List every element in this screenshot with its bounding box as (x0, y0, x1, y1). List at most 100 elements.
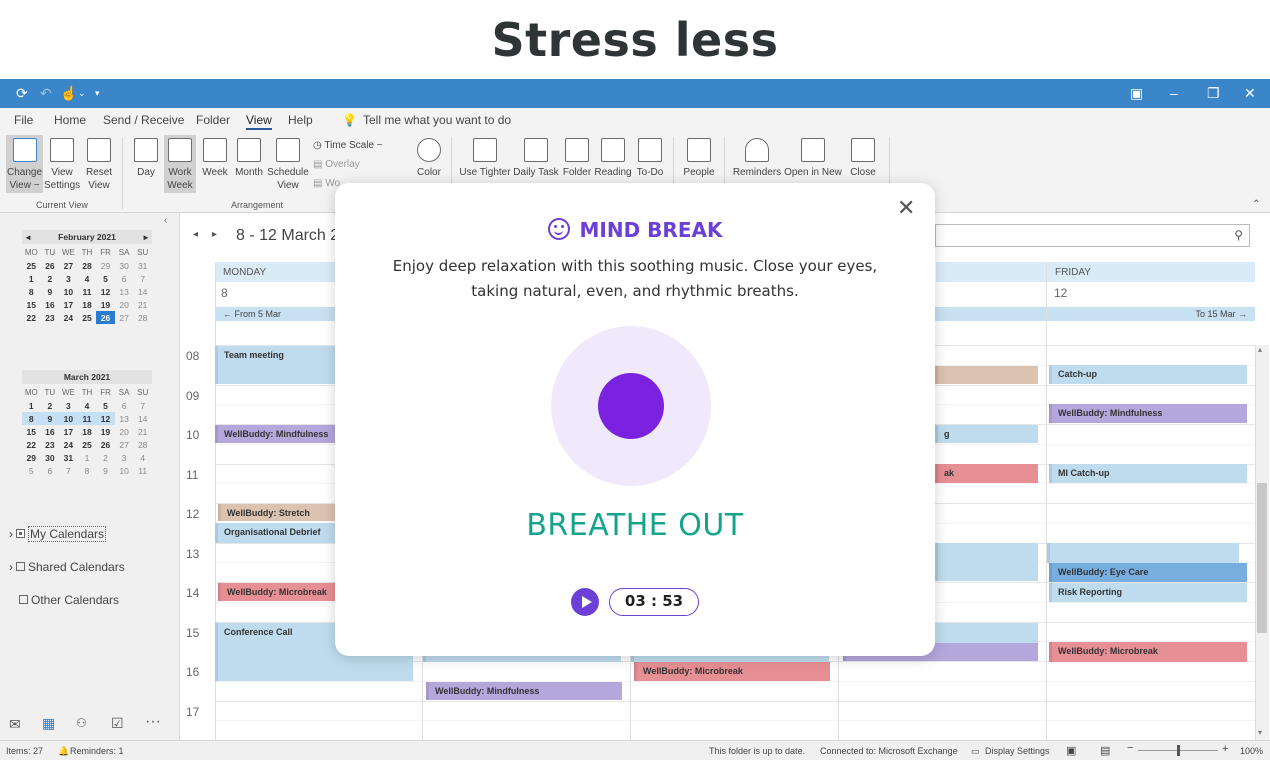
mini-calendar-day[interactable]: 16 (41, 425, 60, 438)
mini-calendar-day[interactable]: 7 (133, 272, 152, 285)
mini-calendar-day[interactable]: 28 (78, 259, 97, 272)
calendar-event[interactable]: WellBuddy: Mindfulness (215, 425, 335, 443)
mini-calendar-day[interactable]: 20 (115, 298, 134, 311)
calendar-event[interactable]: Organisational Debrief (215, 523, 335, 543)
scroll-down-icon[interactable]: ▾ (1258, 728, 1262, 737)
mini-calendar-day[interactable]: 9 (96, 464, 115, 477)
mini-calendar-day[interactable]: 16 (41, 298, 60, 311)
overlay-button[interactable]: ▤ Overlay (313, 159, 360, 170)
mini-calendar-day[interactable]: 9 (40, 412, 60, 425)
reset-view-button[interactable]: Reset View (82, 138, 116, 192)
open-new-window-button[interactable]: Open in New (783, 138, 843, 179)
vertical-scrollbar[interactable]: ▴ ▾ (1255, 345, 1269, 740)
mini-calendar-day[interactable]: 17 (59, 298, 78, 311)
mini-calendar-day[interactable]: 2 (41, 399, 60, 412)
mini-calendar-day[interactable]: 22 (22, 438, 41, 451)
mini-calendar-day[interactable]: 24 (59, 311, 78, 324)
mini-calendar-day[interactable]: 28 (133, 311, 152, 324)
mini-calendar-day[interactable]: 10 (59, 412, 78, 425)
collapse-ribbon-icon[interactable]: ⌃ (1252, 199, 1260, 210)
mini-calendar-day[interactable]: 5 (22, 464, 41, 477)
checkbox-icon[interactable] (16, 562, 25, 571)
todo-bar-button[interactable]: To-Do (633, 138, 667, 179)
mini-calendar-day[interactable]: 3 (59, 272, 78, 285)
mini-calendar-day[interactable]: 18 (78, 425, 97, 438)
calendar-event[interactable]: Catch-up (1049, 365, 1247, 384)
mini-calendar-day[interactable]: 5 (96, 399, 115, 412)
my-calendars-group[interactable]: › My Calendars (9, 526, 107, 542)
next-month-icon[interactable]: ▸ (144, 230, 148, 244)
mini-calendar-day[interactable]: 8 (22, 412, 41, 425)
mini-calendar-day[interactable]: 4 (133, 451, 152, 464)
close-icon[interactable]: ✕ (897, 197, 915, 219)
checkbox-icon[interactable] (19, 595, 28, 604)
mini-calendar-day[interactable]: 5 (96, 272, 115, 285)
scroll-up-icon[interactable]: ▴ (1258, 345, 1262, 354)
mini-calendar-day[interactable]: 29 (96, 259, 115, 272)
mini-calendar-day[interactable]: 31 (133, 259, 152, 272)
mini-calendar-day[interactable]: 28 (133, 438, 152, 451)
mini-calendar-day[interactable]: 15 (22, 298, 41, 311)
tab-help[interactable]: Help (288, 113, 313, 127)
calendar-event[interactable]: Risk Reporting (1049, 583, 1247, 602)
mini-calendar-day[interactable]: 24 (59, 438, 78, 451)
mini-calendar-day[interactable]: 4 (78, 399, 97, 412)
mini-calendar-day[interactable]: 30 (115, 259, 134, 272)
week-view-button[interactable]: Week (200, 138, 230, 179)
from-previous-link[interactable]: ← From 5 Mar (215, 307, 335, 321)
mini-calendar-day[interactable]: 1 (78, 451, 97, 464)
mini-calendar-day[interactable]: 11 (77, 412, 97, 425)
mini-calendar-day[interactable]: 14 (133, 412, 152, 425)
mini-calendar-day[interactable]: 21 (133, 425, 152, 438)
tighter-spacing-button[interactable]: Use Tighter (459, 138, 511, 179)
work-week-view-button[interactable]: Work Week (164, 135, 196, 193)
mini-calendar-day[interactable]: 7 (133, 399, 152, 412)
mini-calendar-day[interactable]: 8 (22, 285, 41, 298)
close-icon[interactable]: ✕ (1244, 85, 1256, 101)
mini-calendar-day[interactable]: 11 (78, 285, 97, 298)
layout-icon[interactable]: ▣ (1130, 85, 1143, 101)
day-view-button[interactable]: Day (132, 138, 160, 179)
search-icon[interactable]: ⚲ (1234, 228, 1243, 242)
mini-calendar-day[interactable]: 27 (115, 311, 134, 324)
mini-calendar-day[interactable]: 23 (41, 311, 60, 324)
working-hours-button[interactable]: ▤ Wo (313, 178, 340, 189)
mini-calendar-day[interactable]: 1 (22, 272, 41, 285)
mini-calendar-day[interactable]: 10 (59, 285, 78, 298)
close-all-button[interactable]: Close (846, 138, 880, 179)
tab-file[interactable]: File (14, 113, 33, 127)
mini-calendar-day[interactable]: 13 (115, 412, 134, 425)
mini-calendar-day[interactable]: 1 (22, 399, 41, 412)
mini-calendar-day[interactable]: 6 (115, 272, 134, 285)
daily-task-list-button[interactable]: Daily Task (513, 138, 559, 179)
prev-month-icon[interactable]: ◂ (26, 230, 30, 244)
change-view-button[interactable]: Change View ~ (6, 135, 43, 193)
color-button[interactable]: Color (412, 138, 446, 179)
people-icon[interactable]: ⚇ (76, 716, 87, 730)
calendar-event[interactable]: WellBuddy: Microbreak (218, 583, 335, 601)
more-icon[interactable]: ··· (145, 713, 161, 731)
mini-calendar-day[interactable]: 6 (41, 464, 60, 477)
play-button[interactable] (571, 588, 599, 616)
tab-folder[interactable]: Folder (196, 113, 230, 127)
mini-calendar-day[interactable]: 19 (96, 425, 115, 438)
mini-calendar-day[interactable]: 4 (78, 272, 97, 285)
mini-calendar-day[interactable]: 22 (22, 311, 41, 324)
calendar-event[interactable]: ak (935, 464, 1038, 483)
zoom-in-icon[interactable]: + (1222, 743, 1228, 755)
mail-icon[interactable]: ✉ (9, 716, 21, 733)
calendar-event[interactable]: MI Catch-up (1049, 464, 1247, 483)
mini-calendar-day[interactable]: 26 (96, 438, 115, 451)
mini-calendar-day[interactable]: 12 (96, 412, 115, 425)
reading-pane-button[interactable]: Reading (594, 138, 632, 179)
mini-calendar-day[interactable]: 30 (41, 451, 60, 464)
checkbox-icon[interactable] (16, 529, 25, 538)
zoom-slider-thumb[interactable] (1177, 745, 1180, 756)
zoom-out-icon[interactable]: − (1127, 742, 1133, 754)
reminders-window-button[interactable]: Reminders (732, 138, 782, 179)
collapse-pane-icon[interactable]: ‹ (164, 215, 167, 226)
mini-calendar-day[interactable]: 27 (115, 438, 134, 451)
mini-calendar-day[interactable]: 13 (115, 285, 134, 298)
tab-home[interactable]: Home (54, 113, 86, 127)
calendar-event[interactable]: WellBuddy: Microbreak (634, 662, 830, 681)
